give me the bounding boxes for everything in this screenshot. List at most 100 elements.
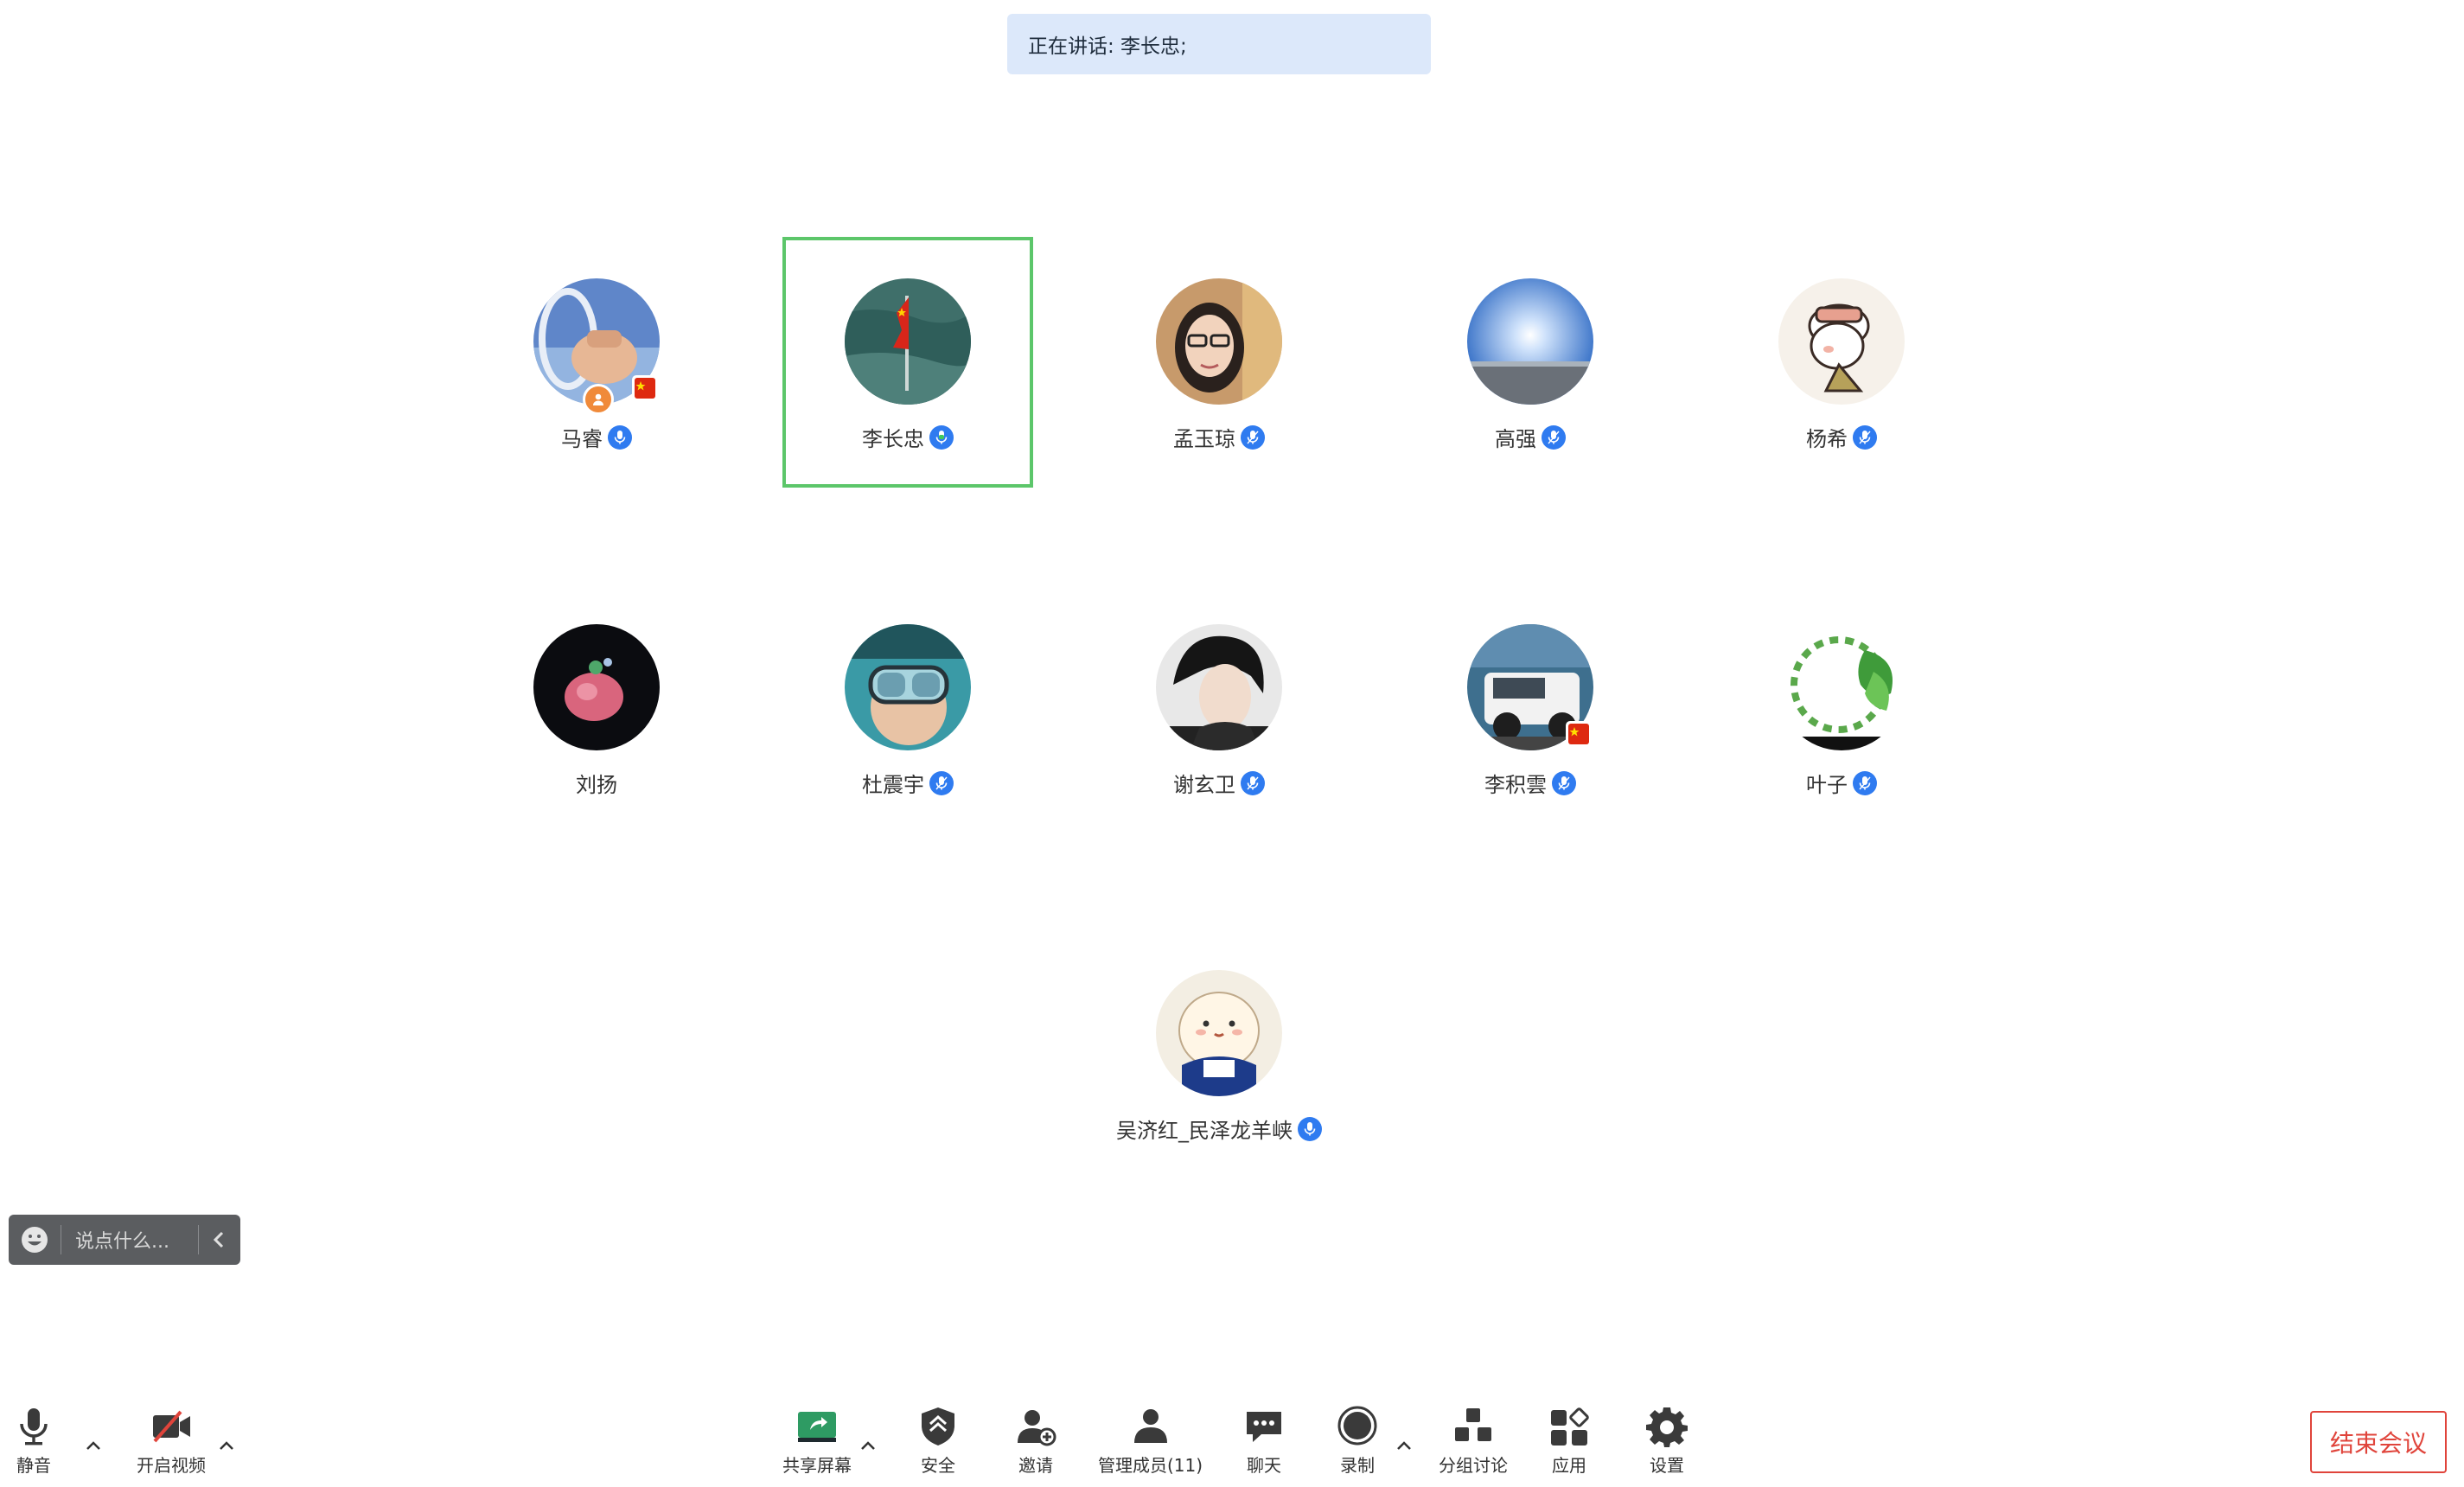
participant-name: 李长忠 [862,427,924,451]
share-options-chevron-up-icon[interactable] [858,1436,878,1457]
avatar-container [533,624,660,750]
avatar [1156,624,1282,750]
avatar-container [1778,624,1905,750]
members-label: 管理成员(11) [1098,1455,1203,1476]
participant-name: 刘扬 [576,773,617,797]
breakout-rooms-icon [1455,1408,1491,1441]
participant-name: 杨希 [1806,427,1848,451]
speaking-text: 正在讲话: 李长忠; [1028,35,1187,58]
participant-tile[interactable]: 刘扬 [471,583,722,833]
security-label: 安全 [921,1455,955,1476]
flag-icon [1566,721,1592,747]
mic-on-icon [1853,424,1877,450]
avatar-container [845,278,971,405]
participant-name-row: 高强 [1495,422,1566,452]
chat-quick-input[interactable]: 说点什么... [9,1215,240,1265]
avatar [845,624,971,750]
participant-name: 谢玄卫 [1173,773,1235,797]
participant-tile[interactable]: 孟玉琼 [1094,237,1344,488]
chat-button[interactable]: 聊天 [1242,1405,1286,1477]
mute-label: 静音 [16,1455,51,1476]
video-off-icon [153,1410,190,1443]
video-label: 开启视频 [137,1455,206,1476]
chat-bubble-icon [1247,1412,1281,1442]
participant-tile[interactable]: 叶子 [1716,583,1967,833]
avatar [1156,278,1282,405]
participant-name-row: 马睿 [561,422,632,452]
video-options-chevron-up-icon[interactable] [216,1436,237,1457]
avatar-container [1156,278,1282,405]
participant-tile[interactable]: 杜震宇 [782,583,1033,833]
add-user-icon [1018,1410,1056,1446]
participant-name: 马睿 [561,427,603,451]
participant-tile[interactable]: 杨希 [1716,237,1967,488]
avatar [533,624,660,750]
settings-label: 设置 [1650,1455,1684,1476]
members-icon [1133,1409,1167,1443]
chat-placeholder[interactable]: 说点什么... [61,1226,198,1254]
mic-on-icon [929,770,954,795]
mic-on-icon [608,424,632,450]
record-button[interactable]: 录制 [1336,1405,1379,1477]
host-icon [583,384,614,415]
avatar-container [1156,624,1282,750]
participant-name: 孟玉琼 [1173,427,1235,451]
participant-name-row: 刘扬 [576,768,617,798]
mic-on-icon [1552,770,1576,795]
avatar [1778,278,1905,405]
participant-name: 吴济红_民泽龙羊峡 [1116,1119,1293,1143]
avatar [1467,278,1593,405]
participant-name: 叶子 [1806,773,1848,797]
mic-speaking-icon [929,424,954,450]
avatar-container [533,278,660,415]
collapse-chevron-icon[interactable] [199,1229,240,1250]
audio-options-chevron-up-icon[interactable] [83,1436,104,1457]
participant-tile-active-speaker[interactable]: 李长忠 [782,237,1033,488]
mute-button[interactable]: 静音 [12,1405,55,1477]
participant-name: 李积雲 [1484,773,1547,797]
avatar [845,278,971,405]
participant-name-row: 吴济红_民泽龙羊峡 [1116,1114,1322,1144]
gear-icon [1646,1407,1688,1447]
apps-button[interactable]: 应用 [1548,1405,1591,1477]
flag-icon [632,375,658,401]
participant-name-row: 李长忠 [862,422,954,452]
emoji-icon[interactable] [9,1225,61,1254]
avatar-container [1467,278,1593,405]
manage-members-button[interactable]: 管理成员(11) [1098,1405,1203,1477]
participant-tile[interactable]: 吴济红_民泽龙羊峡 [1094,929,1344,1179]
avatar-container [1778,278,1905,405]
avatar [1156,970,1282,1096]
security-button[interactable]: 安全 [916,1405,960,1477]
invite-button[interactable]: 邀请 [1014,1405,1057,1477]
chat-label: 聊天 [1247,1455,1281,1476]
record-options-chevron-up-icon[interactable] [1394,1436,1414,1457]
speaking-banner: 正在讲话: 李长忠; [1007,14,1431,74]
record-label: 录制 [1340,1455,1375,1476]
record-icon [1337,1406,1377,1446]
participant-tile[interactable]: 马睿 [471,237,722,488]
settings-button[interactable]: 设置 [1645,1405,1688,1477]
participant-name-row: 杨希 [1806,422,1877,452]
participant-tile[interactable]: 高强 [1405,237,1656,488]
avatar [1778,624,1905,750]
participant-tile[interactable]: 谢玄卫 [1094,583,1344,833]
share-screen-button[interactable]: 共享屏幕 [782,1405,852,1477]
start-video-button[interactable]: 开启视频 [137,1405,206,1477]
share-label: 共享屏幕 [782,1455,852,1476]
avatar-container [1467,624,1593,750]
end-meeting-label: 结束会议 [2329,1429,2427,1458]
microphone-icon [20,1408,48,1446]
mic-on-icon [1298,1116,1322,1141]
mic-on-icon [1542,424,1566,450]
end-meeting-button[interactable]: 结束会议 [2310,1411,2447,1473]
participant-name-row: 孟玉琼 [1173,422,1265,452]
shield-icon [922,1407,954,1446]
participant-name-row: 杜震宇 [862,768,954,798]
participant-tile[interactable]: 李积雲 [1405,583,1656,833]
participant-name-row: 李积雲 [1484,768,1576,798]
apps-grid-icon [1551,1407,1589,1446]
mic-on-icon [1853,770,1877,795]
mic-on-icon [1241,770,1265,795]
breakout-rooms-button[interactable]: 分组讨论 [1439,1405,1508,1477]
